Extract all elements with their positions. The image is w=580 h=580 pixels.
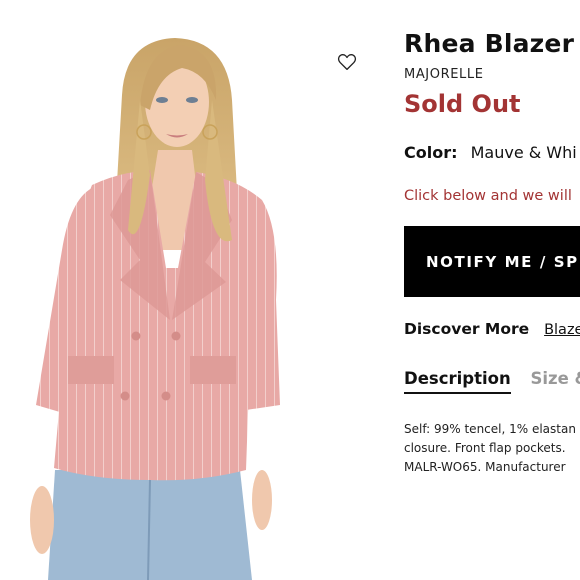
notify-message: Click below and we will bbox=[404, 188, 572, 204]
product-image[interactable] bbox=[0, 0, 330, 580]
color-label: Color: bbox=[404, 143, 458, 162]
discover-more: Discover More Blazer bbox=[404, 320, 580, 338]
discover-link-blazers[interactable]: Blazer bbox=[544, 322, 580, 338]
brand-link[interactable]: MAJORELLE bbox=[404, 67, 484, 82]
discover-label: Discover More bbox=[404, 320, 530, 338]
tab-size-fit[interactable]: Size & bbox=[530, 369, 580, 394]
stock-status: Sold Out bbox=[404, 90, 521, 118]
description-line: closure. Front flap pockets. bbox=[404, 441, 566, 455]
product-photo bbox=[30, 38, 280, 580]
description-line: Self: 99% tencel, 1% elastan bbox=[404, 422, 576, 436]
product-title: Rhea Blazer bbox=[404, 29, 575, 58]
color-value: Mauve & Whi bbox=[470, 143, 577, 162]
info-tabs: Description Size & bbox=[404, 369, 580, 394]
description-text: Self: 99% tencel, 1% elastan closure. Fr… bbox=[404, 420, 576, 477]
product-details: Rhea Blazer MAJORELLE Sold Out Color: Ma… bbox=[404, 0, 580, 580]
heart-outline-icon bbox=[337, 54, 357, 71]
notify-me-button[interactable]: NOTIFY ME / SP bbox=[404, 226, 580, 297]
tab-description[interactable]: Description bbox=[404, 369, 511, 394]
color-row: Color: Mauve & Whi bbox=[404, 143, 577, 162]
wishlist-button[interactable] bbox=[335, 50, 359, 74]
description-line: MALR-WO65. Manufacturer bbox=[404, 460, 566, 474]
